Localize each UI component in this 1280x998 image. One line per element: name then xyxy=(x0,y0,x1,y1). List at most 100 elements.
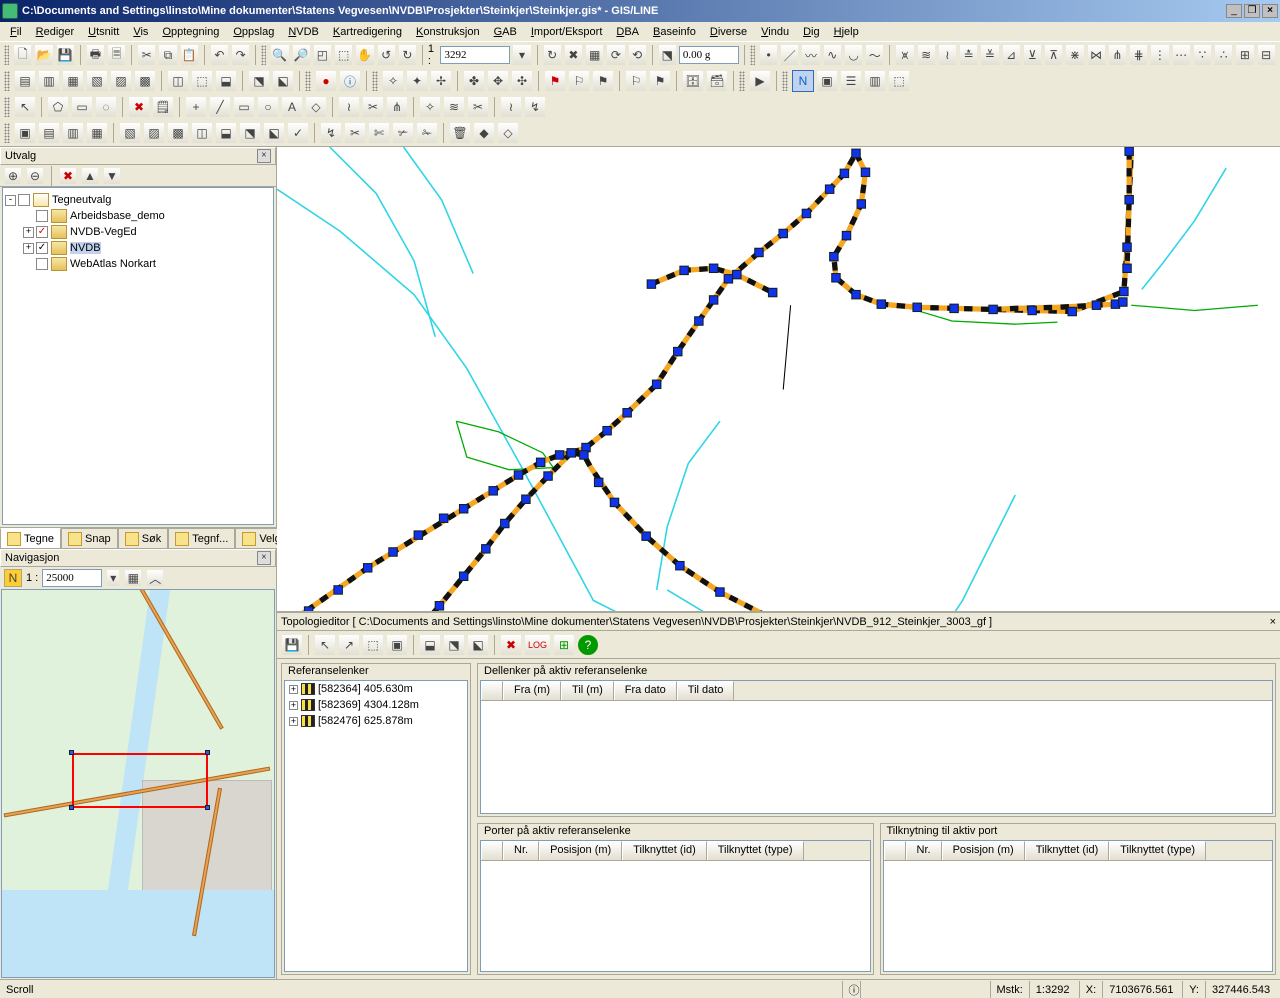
tree-item-2[interactable]: +✓NVDB xyxy=(5,240,271,256)
spline-icon[interactable]: ～ xyxy=(865,44,884,66)
draw-circle-icon[interactable]: ○ xyxy=(257,96,279,118)
tool-f-icon[interactable]: ⊿ xyxy=(1002,44,1021,66)
panel-c-icon[interactable]: ☰ xyxy=(840,70,862,92)
panel-b-icon[interactable]: ▣ xyxy=(816,70,838,92)
nav-close-button[interactable]: × xyxy=(257,551,271,565)
menu-hjelp[interactable]: Hjelp xyxy=(828,24,865,40)
tab-snap[interactable]: Snap xyxy=(61,528,118,549)
grp-m-icon[interactable]: ↯ xyxy=(320,122,342,144)
point-icon[interactable]: • xyxy=(759,44,778,66)
layer-j-icon[interactable]: ⬔ xyxy=(248,70,270,92)
tree-root[interactable]: -Tegneutvalg xyxy=(5,192,271,208)
grp-i-icon[interactable]: ⬓ xyxy=(215,122,237,144)
col-tildato[interactable]: Til dato xyxy=(677,681,735,700)
layer-h-icon[interactable]: ⬚ xyxy=(191,70,213,92)
menu-konstruksjon[interactable]: Konstruksjon xyxy=(410,24,486,40)
prev-view-icon[interactable]: ↺ xyxy=(377,44,396,66)
col-tilknyttettype[interactable]: Tilknyttet (type) xyxy=(1109,841,1206,860)
edit-c-icon[interactable]: ⋔ xyxy=(386,96,408,118)
grp-j-icon[interactable]: ⬔ xyxy=(239,122,261,144)
grp-b-icon[interactable]: ▤ xyxy=(38,122,60,144)
col-nr[interactable]: Nr. xyxy=(503,841,539,860)
maximize-button[interactable]: ❐ xyxy=(1244,4,1260,18)
tool-h-icon[interactable]: ⊼ xyxy=(1044,44,1063,66)
flag-d-icon[interactable]: ⚐ xyxy=(625,70,647,92)
db-b-icon[interactable]: 🗃 xyxy=(706,70,728,92)
curve-icon[interactable]: ∿ xyxy=(823,44,842,66)
tool-q-icon[interactable]: ⊞ xyxy=(1235,44,1254,66)
nav-grid-icon[interactable]: ▦ xyxy=(124,569,142,587)
grp-e-icon[interactable]: ▧ xyxy=(119,122,141,144)
menu-dba[interactable]: DBA xyxy=(610,24,645,40)
tool-i-icon[interactable]: ⋇ xyxy=(1065,44,1084,66)
tree-remove-icon[interactable]: ✖ xyxy=(59,167,77,185)
tool-c-icon[interactable]: ≀ xyxy=(938,44,957,66)
draw-line-icon[interactable]: ╱ xyxy=(209,96,231,118)
layer-a-icon[interactable]: ▤ xyxy=(14,70,36,92)
rotate-right-icon[interactable]: ⟳ xyxy=(606,44,625,66)
grp-g-icon[interactable]: ▩ xyxy=(167,122,189,144)
minimize-button[interactable]: _ xyxy=(1226,4,1242,18)
menu-oppslag[interactable]: Oppslag xyxy=(227,24,280,40)
select-lasso-icon[interactable]: ◌ xyxy=(95,96,117,118)
tool-k-icon[interactable]: ⋔ xyxy=(1108,44,1127,66)
menu-kartredigering[interactable]: Kartredigering xyxy=(327,24,408,40)
grp-p-icon[interactable]: ✃ xyxy=(392,122,414,144)
col-fram[interactable]: Fra (m) xyxy=(503,681,561,700)
menu-diverse[interactable]: Diverse xyxy=(704,24,753,40)
topo-f-icon[interactable]: ⬔ xyxy=(443,634,465,656)
layer-f-icon[interactable]: ▩ xyxy=(134,70,156,92)
ref-item-2[interactable]: +[582476] 625.878m xyxy=(285,713,467,729)
edit-g-icon[interactable]: ≀ xyxy=(500,96,522,118)
info-red-icon[interactable]: ● xyxy=(315,70,337,92)
arc-icon[interactable]: ◡ xyxy=(844,44,863,66)
edit-h-icon[interactable]: ↯ xyxy=(524,96,546,118)
menu-nvdb[interactable]: NVDB xyxy=(282,24,325,40)
flag-c-icon[interactable]: ⚑ xyxy=(592,70,614,92)
nav-extent-handle[interactable] xyxy=(69,750,74,755)
scale-input[interactable] xyxy=(440,46,510,64)
layer-d-icon[interactable]: ▧ xyxy=(86,70,108,92)
col-tilknyttetid[interactable]: Tilknyttet (id) xyxy=(1025,841,1110,860)
rotation-mode-icon[interactable]: ⬔ xyxy=(658,44,677,66)
line-icon[interactable]: ／ xyxy=(780,44,799,66)
draw-text-icon[interactable]: A xyxy=(281,96,303,118)
zoom-out-icon[interactable]: 🔎 xyxy=(292,44,311,66)
flag-a-icon[interactable]: ⚑ xyxy=(544,70,566,92)
tree-collapse-icon[interactable]: ⊖ xyxy=(26,167,44,185)
topo-d-icon[interactable]: ▣ xyxy=(386,634,408,656)
grp-t-icon[interactable]: ◇ xyxy=(497,122,519,144)
tab-tegne[interactable]: Tegne xyxy=(0,528,61,549)
nav-n-icon[interactable]: N xyxy=(4,569,22,587)
undo-icon[interactable]: ↶ xyxy=(210,44,229,66)
print-icon[interactable]: 🖶 xyxy=(86,44,105,66)
grp-d-icon[interactable]: ▦ xyxy=(86,122,108,144)
nav-extent-rect[interactable] xyxy=(72,753,208,808)
topo-c-icon[interactable]: ⬚ xyxy=(362,634,384,656)
edit-e-icon[interactable]: ≋ xyxy=(443,96,465,118)
topo-a-icon[interactable]: ↖ xyxy=(314,634,336,656)
menu-import/eksport[interactable]: Import/Eksport xyxy=(525,24,609,40)
topo-help-icon[interactable]: ? xyxy=(577,634,599,656)
nav-scale-dropdown-icon[interactable]: ▾ xyxy=(106,569,120,587)
topo-log-icon[interactable]: LOG xyxy=(524,634,551,656)
col-tilm[interactable]: Til (m) xyxy=(561,681,614,700)
topo-add-icon[interactable]: ⊞ xyxy=(553,634,575,656)
grp-n-icon[interactable]: ✂ xyxy=(344,122,366,144)
tool-a-icon[interactable]: ⩙ xyxy=(895,44,914,66)
topo-delete-icon[interactable]: ✖ xyxy=(500,634,522,656)
menu-fil[interactable]: Fil xyxy=(4,24,28,40)
run-icon[interactable]: ▶ xyxy=(749,70,771,92)
col-nr[interactable]: Nr. xyxy=(906,841,942,860)
layer-c-icon[interactable]: ▦ xyxy=(62,70,84,92)
panel-utvalg-icon[interactable]: N xyxy=(792,70,814,92)
delete-icon[interactable]: ✖ xyxy=(128,96,150,118)
redo-icon[interactable]: ↷ xyxy=(231,44,250,66)
col-fradato[interactable]: Fra dato xyxy=(614,681,677,700)
grp-f-icon[interactable]: ▨ xyxy=(143,122,165,144)
grp-o-icon[interactable]: ✄ xyxy=(368,122,390,144)
paste-icon[interactable]: 📋 xyxy=(180,44,199,66)
info-blue-icon[interactable]: ⓘ xyxy=(339,70,361,92)
edit-f-icon[interactable]: ✂ xyxy=(467,96,489,118)
scale-dropdown-icon[interactable]: ▾ xyxy=(512,44,531,66)
